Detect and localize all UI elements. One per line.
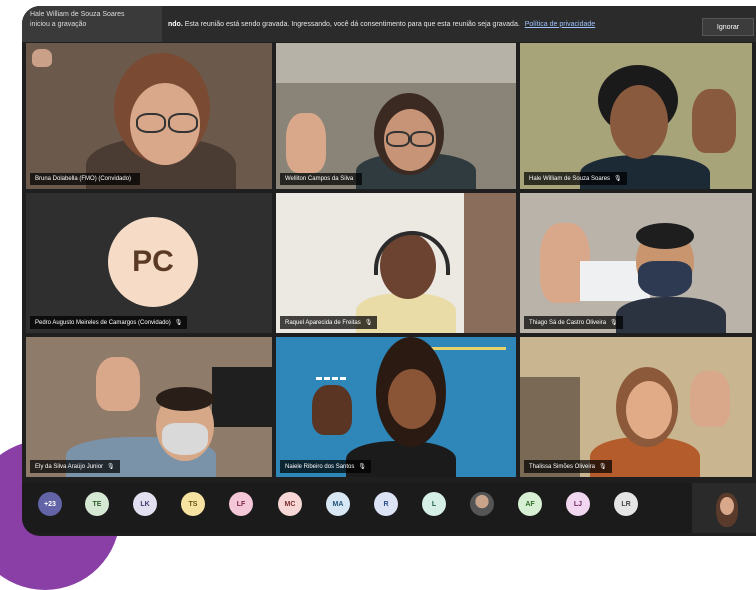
- video-tile[interactable]: Ely da Silva Araújo Junior 🎙: [26, 337, 272, 477]
- participant-avatar[interactable]: R: [374, 492, 398, 516]
- participant-name-label: Thiago Sá de Castro Oliveira 🎙: [524, 316, 623, 329]
- participant-avatar[interactable]: AF: [518, 492, 542, 516]
- meeting-window: Hale William de Souza Soares iniciou a g…: [22, 6, 756, 536]
- participant-avatar[interactable]: LK: [133, 492, 157, 516]
- participant-strip: +23 TE LK TS LF MC MA R L AF LJ LR: [22, 483, 756, 533]
- video-tile[interactable]: Naiele Ribeiro dos Santos 🎙: [276, 337, 516, 477]
- video-tile[interactable]: Thiago Sá de Castro Oliveira 🎙: [520, 193, 752, 333]
- participant-name-label: Pedro Augusto Meireles de Camargos (Conv…: [30, 316, 188, 329]
- video-tile[interactable]: Thalissa Simões Oliveira 🎙: [520, 337, 752, 477]
- participant-name-label: Welliton Campos da Silva: [280, 173, 363, 185]
- video-grid: Bruna Dolabella (FMO) (Convidado) Wellit…: [26, 43, 752, 481]
- recording-message-text: Esta reunião está sendo gravada. Ingress…: [184, 20, 520, 28]
- participant-name-label: Hale William de Souza Soares 🎙: [524, 172, 627, 185]
- participant-name-label: Thalissa Simões Oliveira 🎙: [524, 460, 612, 473]
- participant-avatar[interactable]: LR: [614, 492, 638, 516]
- participant-avatar: PC: [108, 217, 198, 307]
- recording-started-by: Hale William de Souza Soares: [30, 11, 125, 18]
- ignore-button[interactable]: Ignorar: [702, 18, 754, 36]
- video-tile[interactable]: Hale William de Souza Soares 🎙: [520, 43, 752, 189]
- participant-avatar[interactable]: TS: [181, 492, 205, 516]
- recording-message-bold: ndo.: [168, 20, 183, 28]
- participant-avatar[interactable]: LJ: [566, 492, 590, 516]
- privacy-policy-link[interactable]: Política de privacidade: [525, 21, 595, 28]
- participant-avatar[interactable]: TE: [85, 492, 109, 516]
- recording-notice-bar: Hale William de Souza Soares iniciou a g…: [22, 6, 756, 42]
- participant-name-label: Raquel Aparecida de Freitas 🎙: [280, 316, 378, 329]
- participant-name-label: Bruna Dolabella (FMO) (Convidado): [30, 173, 141, 185]
- video-tile[interactable]: Raquel Aparecida de Freitas 🎙: [276, 193, 516, 333]
- participant-avatar[interactable]: L: [422, 492, 446, 516]
- video-tile[interactable]: Welliton Campos da Silva: [276, 43, 516, 189]
- participant-name-label: Ely da Silva Araújo Junior 🎙: [30, 460, 120, 473]
- recording-started-toast: Hale William de Souza Soares iniciou a g…: [22, 6, 162, 42]
- participant-avatar[interactable]: MC: [278, 492, 302, 516]
- self-view-video: [692, 483, 756, 533]
- more-participants-button[interactable]: +23: [38, 492, 62, 516]
- video-tile[interactable]: Bruna Dolabella (FMO) (Convidado): [26, 43, 272, 189]
- participant-avatar[interactable]: MA: [326, 492, 350, 516]
- participant-avatar[interactable]: LF: [229, 492, 253, 516]
- participant-name-label: Naiele Ribeiro dos Santos 🎙: [280, 460, 371, 473]
- video-tile[interactable]: PC Pedro Augusto Meireles de Camargos (C…: [26, 193, 272, 333]
- participant-photo-avatar[interactable]: [470, 492, 494, 516]
- recording-message: ndo. Esta reunião está sendo gravada. In…: [162, 21, 595, 28]
- recording-started-label: iniciou a gravação: [30, 21, 87, 28]
